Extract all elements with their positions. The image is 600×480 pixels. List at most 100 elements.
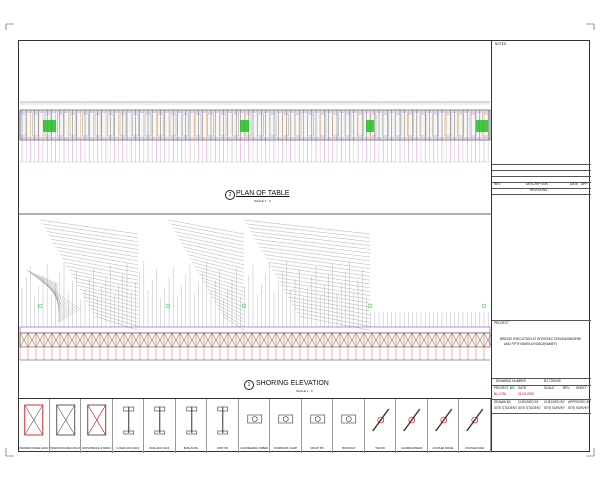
- legend-caption: BASE JACK (ADJ): [149, 447, 170, 450]
- shoring-elevation: [19, 219, 491, 361]
- legend-symbol: [24, 404, 44, 436]
- elevation-leader-line: [55, 246, 139, 262]
- elevation-leader-line: [47, 285, 59, 300]
- elevation-leader-line: [167, 219, 245, 235]
- legend-caption: STANDARD FRAME 1200x1700: [18, 447, 49, 450]
- elevation-leader-line: [287, 296, 371, 312]
- legend-item: U-HEAD JACK (ADJ): [113, 399, 145, 453]
- elevation-leader-line: [203, 281, 245, 296]
- title-block: NOTES: REV DESCRIPTION DATE APP REVISION…: [491, 40, 591, 452]
- elevation-leader-line: [205, 285, 245, 300]
- legend-caption: SPIGOT PIN: [310, 447, 324, 450]
- elevation-grid-marker: [241, 303, 247, 309]
- legend-caption: BASE PLATE: [183, 447, 199, 450]
- elevation-leader-line: [246, 223, 371, 238]
- elevation-leader-line: [53, 242, 139, 258]
- legend-symbol: [341, 414, 357, 424]
- elevation-leader-line: [265, 258, 371, 273]
- approved-by-label: APPROVED BY: [568, 400, 591, 404]
- plan-green-panel: [240, 120, 249, 132]
- legend-symbol: [466, 408, 484, 432]
- elevation-leader-line: [170, 223, 245, 238]
- legend-item: ALUMINIUM BEAM: [396, 399, 428, 453]
- elevation-leader-line: [66, 266, 139, 281]
- scale-label: SCALE: [544, 386, 555, 390]
- legend-item: HOOK BOLT: [333, 399, 365, 453]
- date-label: DATE: [518, 386, 527, 390]
- rev-header-date: DATE: [570, 182, 579, 186]
- legend-item: BASE JACK (ADJ): [144, 399, 176, 453]
- elevation-leader-line: [185, 250, 245, 265]
- legend-symbol: [310, 414, 325, 424]
- elevation-leader-line: [285, 292, 371, 308]
- elevation-leader-line: [176, 235, 245, 250]
- rev-header-description: DESCRIPTION: [526, 182, 548, 186]
- elevation-leader-line: [274, 273, 371, 288]
- elevation-leader-line: [42, 223, 139, 238]
- checked-by-2-label: CHECKED BY: [544, 400, 565, 404]
- drawing-number-value: BT-7200/08: [544, 379, 561, 383]
- legend-item: BASE PLATE: [176, 399, 208, 453]
- project-text-1: BRIDGE EXECUTION AT INTERSECTION/DAVANGE…: [500, 337, 582, 341]
- drawing-number-label: DRAWING NUMBER: [496, 379, 526, 383]
- elevation-grid-marker: [367, 303, 373, 309]
- elevation-leader-line: [268, 262, 371, 277]
- component-legend: STANDARD FRAME 1200x1700TRANSOM FRAME 12…: [18, 398, 491, 453]
- elevation-leader-line: [292, 304, 371, 319]
- elevation-leader-line: [216, 304, 245, 319]
- elevation-leader-line: [94, 316, 139, 331]
- rev-header-app: APP: [581, 182, 588, 186]
- approved-by-value: SITE SURVEY: [568, 406, 590, 410]
- elevation-leader-line: [30, 272, 59, 288]
- elevation-leader-line: [259, 246, 371, 262]
- elevation-title: SHORING ELEVATION: [256, 380, 329, 387]
- project-no-label: PROJECT NO: [494, 386, 515, 390]
- elevation-leader-line: [200, 277, 245, 292]
- elevation-leader-line: [248, 227, 371, 242]
- rev-label: REV: [563, 386, 570, 390]
- notes-label: NOTES:: [495, 42, 507, 46]
- project-text-2: AND FIFTH MAKKA ROAD/(NAMEY): [504, 342, 557, 346]
- legend-caption: HOOK BOLT: [341, 447, 356, 450]
- elevation-leader-line: [57, 303, 75, 318]
- elevation-leader-line: [59, 254, 139, 269]
- legend-item: SPIGOT PIN: [302, 399, 334, 453]
- project-no-value: BL-1736: [494, 392, 507, 396]
- elevation-leader-line: [50, 239, 139, 254]
- elevation-leader-line: [279, 281, 371, 296]
- elevation-leader-line: [174, 231, 245, 246]
- elevation-leader-line: [281, 285, 371, 300]
- elevation-leader-line: [250, 231, 371, 246]
- elevation-leader-line: [209, 292, 245, 308]
- legend-caption: TIE ROD: [375, 447, 385, 450]
- elevation-leader-line: [56, 291, 59, 306]
- legend-caption: U-HEAD JACK (ADJ): [116, 447, 140, 450]
- elevation-leader-line: [57, 305, 77, 320]
- legend-item: CROSS BRACE (2 SIDES): [81, 399, 113, 453]
- legend-caption: COUPLER FIXED: [465, 447, 485, 450]
- elevation-leader-line: [34, 276, 59, 291]
- legend-symbol: [247, 414, 262, 424]
- plan-title: PLAN OF TABLE: [236, 190, 290, 197]
- elevation-leader-line: [196, 269, 245, 285]
- drawing-area: [18, 101, 491, 361]
- elevation-leader-line: [257, 242, 371, 258]
- elevation-leader-line: [172, 227, 245, 242]
- elevation-leader-line: [270, 266, 371, 281]
- elevation-leader-line: [207, 289, 245, 304]
- legend-item: TIE ROD: [365, 399, 397, 453]
- elevation-leader-line: [46, 231, 139, 246]
- elevation-leader-line: [294, 308, 371, 323]
- legend-symbol: [278, 414, 294, 424]
- plan-green-panel: [366, 120, 374, 132]
- legend-item: TRANSOM FRAME 1200x1700: [50, 399, 82, 453]
- plan-green-panel: [43, 120, 56, 132]
- project-label: PROJECT: [494, 321, 509, 325]
- elevation-leader-line: [211, 296, 245, 312]
- rev-header-rev: REV: [494, 182, 501, 186]
- elevation-leader-line: [32, 274, 59, 289]
- legend-symbol: [186, 406, 197, 435]
- legend-symbol: [403, 408, 421, 432]
- elevation-leader-line: [198, 273, 245, 288]
- plan-scale: SCALE 1 : X: [254, 199, 271, 203]
